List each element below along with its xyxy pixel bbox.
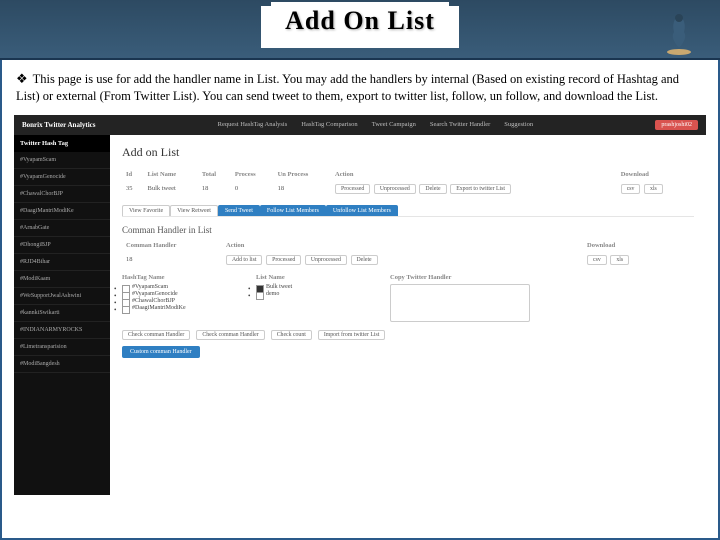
hashtag-checkbox[interactable]: •#VyapamScam bbox=[122, 284, 232, 290]
listname-checkbox[interactable]: •Bulk tweet bbox=[256, 284, 366, 290]
title-wrap: Add On List bbox=[261, 6, 459, 48]
hashtag-checkbox[interactable]: •#VyapamGenocide bbox=[122, 291, 232, 297]
listname-checkbox[interactable]: •demo bbox=[256, 291, 366, 297]
hashtag-checkbox[interactable]: •#ChawalChorBJP bbox=[122, 298, 232, 304]
decorative-figure bbox=[662, 8, 696, 56]
page-title: Add On List bbox=[271, 2, 449, 40]
slide-header: Add On List bbox=[0, 0, 720, 60]
hashtag-checkbox[interactable]: •#DaagiMantriModiKe bbox=[122, 305, 232, 311]
